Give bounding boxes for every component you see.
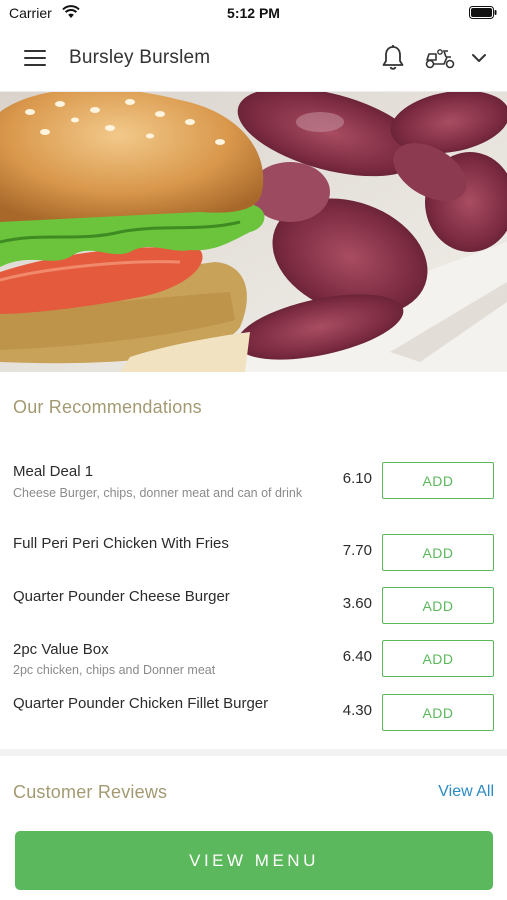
view-menu-button[interactable]: VIEW MENU: [15, 831, 493, 890]
item-price: 3.60: [342, 595, 372, 612]
burger-and-chips-photo: [0, 92, 507, 372]
add-button[interactable]: ADD: [382, 694, 494, 731]
item-price: 6.10: [342, 470, 372, 487]
clock: 5:12 PM: [227, 5, 280, 21]
status-bar: Carrier 5:12 PM: [0, 0, 507, 26]
item-description: 2pc chicken, chips and Donner meat: [13, 663, 216, 677]
add-button[interactable]: ADD: [382, 462, 494, 499]
battery-icon: [469, 6, 497, 19]
item-price: 7.70: [342, 542, 372, 559]
hamburger-icon[interactable]: [24, 50, 46, 68]
add-button[interactable]: ADD: [382, 534, 494, 571]
item-name: Full Peri Peri Chicken With Fries: [13, 535, 229, 552]
item-name: Quarter Pounder Cheese Burger: [13, 588, 230, 605]
add-button[interactable]: ADD: [382, 640, 494, 677]
item-price: 4.30: [342, 702, 372, 719]
reviews-title: Customer Reviews: [13, 782, 168, 802]
section-divider: [0, 749, 507, 756]
app-header: Bursley Burslem: [0, 26, 507, 92]
hero-food-image: [0, 92, 507, 372]
item-description: Cheese Burger, chips, donner meat and ca…: [13, 486, 303, 500]
bell-icon[interactable]: [380, 44, 406, 72]
chevron-down-icon[interactable]: [470, 50, 488, 66]
item-name: Meal Deal 1: [13, 463, 94, 480]
view-all-reviews-link[interactable]: View All: [438, 783, 494, 801]
add-button[interactable]: ADD: [382, 587, 494, 624]
item-name: 2pc Value Box: [13, 641, 109, 658]
item-name: Quarter Pounder Chicken Fillet Burger: [13, 695, 269, 712]
recommendations-title: Our Recommendations: [13, 397, 202, 417]
item-price: 6.40: [342, 648, 372, 665]
scooter-icon[interactable]: [424, 46, 456, 70]
location-title[interactable]: Bursley Burslem: [69, 47, 210, 69]
